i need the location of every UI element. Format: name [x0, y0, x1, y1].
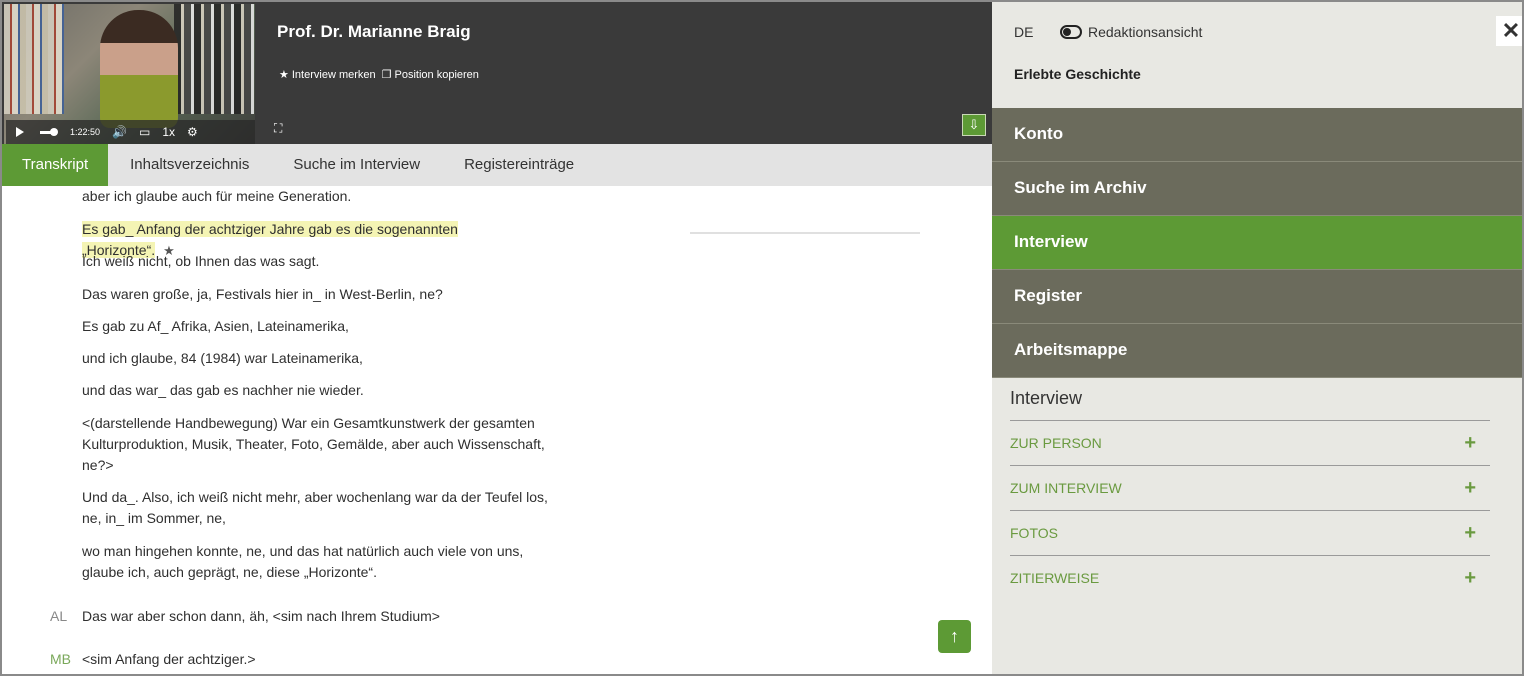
tab-registereintraege[interactable]: Registereinträge	[442, 144, 596, 186]
video-controls: 1:22:50 🔊 ▭ 1x ⚙	[6, 120, 255, 144]
speaker-label: AL	[50, 608, 68, 624]
tab-suche-im-interview[interactable]: Suche im Interview	[271, 144, 442, 186]
time-display: 1:22:50	[70, 127, 101, 137]
interviewee-image	[100, 10, 178, 128]
transcript-line[interactable]: <sim Anfang der achtziger.>	[82, 649, 552, 670]
sidebar-item-suche-im-archiv[interactable]: Suche im Archiv	[992, 162, 1522, 216]
transcript-line[interactable]: wo man hingehen konnte, ne, und das hat …	[82, 541, 552, 583]
sidebar-item-interview[interactable]: Interview	[992, 216, 1522, 270]
interview-accordion: ZUR PERSON + ZUM INTERVIEW + FOTOS + ZITIER…	[1010, 420, 1490, 600]
interview-pane: 1:22:50 🔊 ▭ 1x ⚙ ⛶ Prof. Dr. Marianne Br…	[2, 2, 992, 674]
play-icon[interactable]	[16, 127, 24, 137]
transcript-line[interactable]: und das war_ das gab es nachher nie wied…	[82, 380, 552, 401]
transcript-line[interactable]: Ich weiß nicht, ob Ihnen das was sagt.	[82, 251, 552, 272]
app-frame: 1:22:50 🔊 ▭ 1x ⚙ ⛶ Prof. Dr. Marianne Br…	[0, 0, 1524, 676]
plus-icon: +	[1464, 566, 1476, 589]
bookmark-interview-button[interactable]: ★ Interview merken	[279, 68, 376, 82]
tab-transkript[interactable]: Transkript	[2, 144, 109, 186]
interview-actions: ★ Interview merken ❐ Position kopieren	[279, 68, 479, 82]
plus-icon: +	[1464, 521, 1476, 544]
video-player[interactable]: 1:22:50 🔊 ▭ 1x ⚙	[4, 4, 255, 144]
bookshelf-image	[4, 4, 64, 114]
plus-icon: +	[1464, 431, 1476, 454]
sidebar: DE Redaktionsansicht ✕ Erlebte Geschicht…	[992, 2, 1522, 674]
transcript-line[interactable]: aber ich glaube auch für meine Generatio…	[82, 186, 552, 207]
archive-subtitle: Erlebte Geschichte	[1014, 66, 1141, 82]
transcript-line[interactable]: Es gab zu Af_ Afrika, Asien, Lateinameri…	[82, 316, 552, 337]
bookshelf-image	[174, 4, 254, 114]
speaker-label: MB	[50, 651, 71, 667]
sidebar-item-arbeitsmappe[interactable]: Arbeitsmappe	[992, 324, 1522, 378]
accordion-zum-interview[interactable]: ZUM INTERVIEW +	[1010, 465, 1490, 510]
divider	[690, 232, 920, 234]
star-icon: ★	[279, 69, 289, 81]
fullscreen-icon[interactable]: ⛶	[274, 122, 286, 134]
accordion-zitierweise[interactable]: ZITIERWEISE +	[1010, 555, 1490, 600]
transcript-line[interactable]: und ich glaube, 84 (1984) war Lateinamer…	[82, 348, 552, 369]
copy-icon: ❐	[381, 69, 392, 81]
transcript-line[interactable]: Und da_. Also, ich weiß nicht mehr, aber…	[82, 487, 552, 529]
progress-slider[interactable]	[40, 127, 58, 136]
tab-inhaltsverzeichnis[interactable]: Inhaltsverzeichnis	[108, 144, 271, 186]
toggle-switch-icon	[1060, 25, 1082, 39]
editor-view-label: Redaktionsansicht	[1088, 24, 1203, 40]
scroll-to-top-button[interactable]: ↑	[938, 620, 971, 653]
settings-gear-icon[interactable]: ⚙	[187, 125, 198, 139]
volume-icon[interactable]: 🔊	[112, 125, 127, 139]
subtitles-icon[interactable]: ▭	[139, 125, 150, 139]
accordion-fotos[interactable]: FOTOS +	[1010, 510, 1490, 555]
sidebar-nav: Konto Suche im Archiv Interview Register…	[992, 108, 1522, 378]
bookmark-label: Interview merken	[291, 68, 376, 81]
copy-position-button[interactable]: ❐ Position kopieren	[381, 68, 479, 82]
playback-rate-button[interactable]: 1x	[162, 125, 175, 139]
transcript-line[interactable]: Das waren große, ja, Festivals hier in_ …	[82, 284, 552, 305]
content-tabs: Transkript Inhaltsverzeichnis Suche im I…	[2, 144, 992, 186]
plus-icon: +	[1464, 476, 1476, 499]
copy-position-label: Position kopieren	[394, 68, 479, 81]
transcript-line[interactable]: <(darstellende Handbewegung) War ein Ges…	[82, 413, 552, 476]
arrow-up-icon: ↑	[950, 626, 959, 646]
sort-order-button[interactable]: ⇩	[962, 114, 986, 136]
transcript-line[interactable]: Das war aber schon dann, äh, <sim nach I…	[82, 606, 552, 627]
close-icon: ✕	[1501, 18, 1521, 43]
section-title: Interview	[1010, 388, 1083, 408]
media-header: 1:22:50 🔊 ▭ 1x ⚙ ⛶ Prof. Dr. Marianne Br…	[2, 2, 992, 144]
transcript: aber ich glaube auch für meine Generatio…	[2, 186, 992, 674]
language-switcher[interactable]: DE	[1014, 24, 1033, 40]
close-sidebar-button[interactable]: ✕	[1496, 16, 1522, 46]
sidebar-item-konto[interactable]: Konto	[992, 108, 1522, 162]
sidebar-item-register[interactable]: Register	[992, 270, 1522, 324]
accordion-zur-person[interactable]: ZUR PERSON +	[1010, 420, 1490, 465]
interview-title: Prof. Dr. Marianne Braig	[277, 22, 471, 41]
editor-view-toggle[interactable]: Redaktionsansicht	[1060, 24, 1202, 40]
